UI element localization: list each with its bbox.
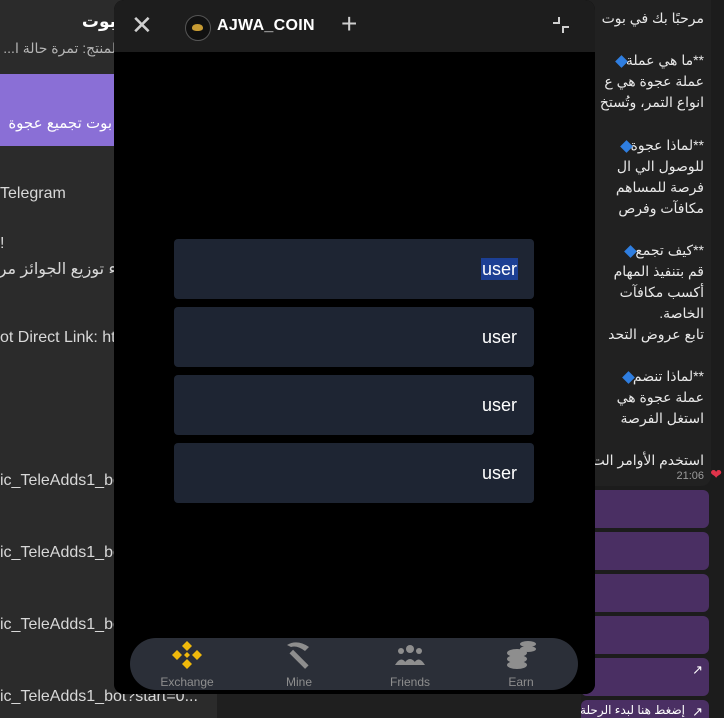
message-line: عملة عجوة هي ع [604,73,704,89]
nav-exchange-label: Exchange [160,675,214,689]
app-title: AJWA_COIN [217,17,315,34]
chat-title: بوت [81,12,116,31]
nav-mine[interactable]: Mine [254,638,344,690]
message-line: استغل الفرصة [620,410,704,426]
user-card-label: user [481,463,517,483]
message-line: انواع التمر، وتُستخ [599,94,704,110]
chat-link[interactable]: ic_TeleAdds1_bo [0,544,122,562]
message-line: **لماذا عجوة [616,137,704,154]
chat-line: Telegram [0,185,66,202]
chat-link[interactable]: ic_TeleAdds1_bo [0,472,122,490]
message-line: **لماذا تنضم [618,368,704,385]
heart-reaction-icon[interactable]: ❤ [710,466,722,483]
external-link-icon: ↗ [692,704,703,718]
nav-mine-label: Mine [285,675,312,689]
external-link-icon: ↗ [692,662,703,677]
nav-friends[interactable]: Friends [365,638,455,690]
bot-link-button[interactable]: ↗ إضغط هنا لبدء الرحلة 🌟 [581,700,709,718]
bot-inline-button-label: بوت تجميع عجوة [8,115,112,132]
close-icon[interactable]: ✕ [131,12,153,38]
user-card[interactable]: user [174,239,534,299]
chat-line[interactable]: ot Direct Link: ht [0,329,116,347]
background-chat-pane-right: مرحبًا بك في بوت **ما هي عملة عملة عجوة … [581,0,724,718]
bot-keyboard-button[interactable] [581,490,709,528]
message-line: **ما هي عملة [611,52,704,69]
add-icon[interactable]: + [341,10,357,38]
bot-link-button[interactable]: ↗ [581,658,709,696]
message-line: قم بتنفيذ المهام [613,263,704,279]
chat-line: ! [0,235,5,252]
app-logo [185,15,211,41]
bottom-navigation: Exchange Mine Friends Earn [130,638,578,690]
nav-earn[interactable]: Earn [476,638,566,690]
chat-subtitle: لمنتج: تمرة حالة ا... [3,40,116,56]
message-line: فرصة للمساهم [615,179,704,195]
bot-link-button-label: إضغط هنا لبدء الرحلة 🌟 [581,703,685,717]
bot-keyboard-button[interactable] [581,532,709,570]
message-timestamp: 21:06 [676,470,704,482]
chat-link[interactable]: ic_TeleAdds1_bo [0,616,122,634]
mini-app-window: ✕ AJWA_COIN + user user user user Exchan… [114,0,595,694]
user-card-label: user [481,395,517,415]
message-line: للوصول الي ال [616,158,704,174]
bot-keyboard-button[interactable] [581,574,709,612]
message-line: **كيف تجمع [620,242,704,259]
chat-line: ء توزيع الجوائز مر [0,261,116,278]
bot-keyboard-button[interactable] [581,616,709,654]
nav-friends-label: Friends [389,675,430,689]
user-card-label: user [481,327,517,347]
mini-app-titlebar: ✕ AJWA_COIN + [114,0,595,52]
message-line: تابع عروض التحد [608,326,704,342]
coins-icon [507,641,536,669]
user-card[interactable]: user [174,443,534,503]
user-card[interactable]: user [174,375,534,435]
message-line: استخدم الأوامر الت [591,452,704,468]
mini-app-content: user user user user [114,52,595,694]
nav-exchange[interactable]: Exchange [142,638,232,690]
message-line: الخاصة. [659,305,704,321]
binance-icon [172,641,202,669]
message-line: مكافآت وفرص [618,200,704,216]
nav-earn-label: Earn [508,675,534,689]
collapse-icon[interactable] [551,15,571,35]
message-line: مرحبًا بك في بوت [601,10,704,26]
friends-icon [395,645,425,665]
pickaxe-icon [287,642,309,669]
message-line: أكسب مكافآت [619,284,704,300]
message-line: عملة عجوة هي [616,389,704,405]
user-card-label: user [480,258,518,280]
user-card[interactable]: user [174,307,534,367]
